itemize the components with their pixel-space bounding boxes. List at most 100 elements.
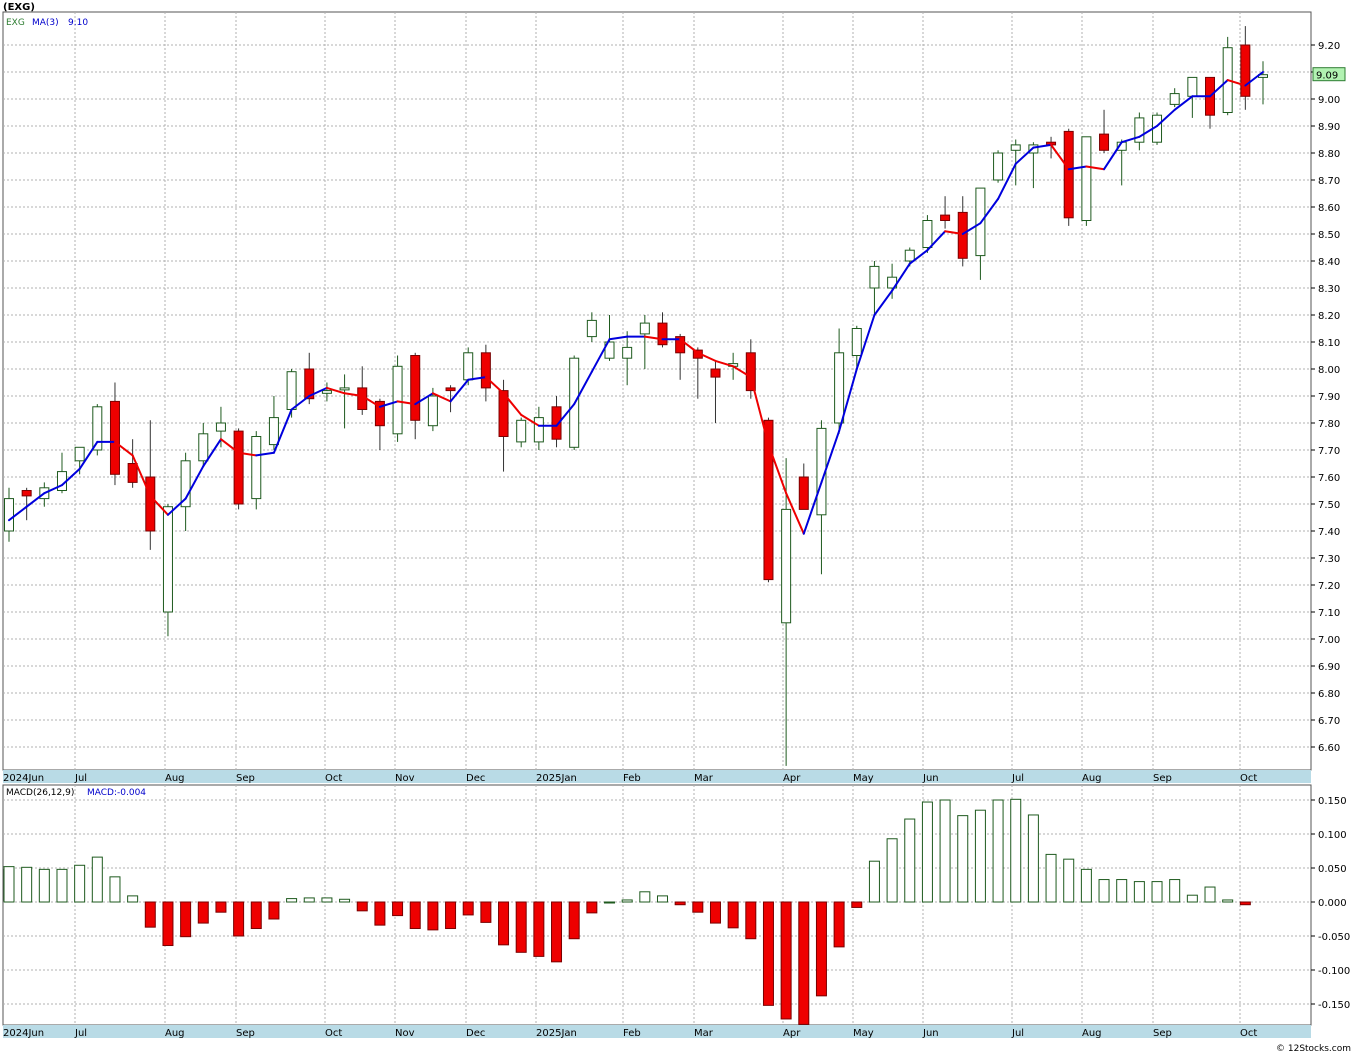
candle-up [851, 328, 862, 356]
price-y-tick-label: 8.40 [1318, 257, 1340, 268]
macd-bar-positive [921, 801, 933, 903]
price-y-tick-label: 6.90 [1318, 662, 1340, 673]
macd-bar-positive [992, 799, 1004, 903]
macd-bar-negative [462, 901, 474, 916]
price-y-tick-label: 9.20 [1318, 41, 1340, 52]
macd-bar-negative [674, 901, 686, 906]
price-y-tick-label: 7.50 [1318, 500, 1340, 511]
macd-bar-negative [780, 901, 792, 1020]
price-x-tick-label: May [853, 773, 874, 784]
macd-bar-negative [180, 901, 192, 938]
macd-bar-negative [709, 901, 721, 924]
candle-down [445, 387, 456, 392]
macd-bar-negative [480, 901, 492, 923]
price-x-tick-label: Apr [783, 773, 801, 784]
price-y-tick-label: 7.90 [1318, 392, 1340, 403]
macd-x-tick-label: 2024Jun [3, 1028, 44, 1039]
candle-down [21, 490, 32, 497]
candle-up [869, 265, 880, 289]
macd-x-tick-label: May [853, 1028, 874, 1039]
macd-bar-positive [3, 866, 15, 903]
price-y-tick-label: 7.10 [1318, 608, 1340, 619]
candle-up [533, 417, 544, 443]
candle-up [215, 422, 226, 432]
candle-up [904, 249, 915, 262]
price-y-tick-label: 8.30 [1318, 284, 1340, 295]
candle-up [392, 365, 403, 435]
price-y-tick-label: 8.90 [1318, 122, 1340, 133]
price-y-tick-label: 6.60 [1318, 743, 1340, 754]
price-x-tick-label: Nov [395, 773, 415, 784]
macd-bar-positive [127, 895, 139, 903]
price-x-tick-label: Sep [1153, 773, 1172, 784]
legend-symbol: EXG [6, 18, 25, 28]
price-y-tick-label: 7.70 [1318, 446, 1340, 457]
macd-bar-positive [1045, 853, 1057, 903]
macd-bar-positive [321, 897, 333, 903]
macd-x-tick-label: Feb [623, 1028, 641, 1039]
macd-bar-positive [904, 818, 916, 903]
candle-up [286, 371, 297, 411]
candle-down [480, 352, 491, 389]
macd-bar-positive [886, 838, 898, 903]
price-x-tick-label: Aug [1082, 773, 1102, 784]
candle-down [1063, 130, 1074, 219]
price-x-tick-label: Jun [922, 773, 939, 784]
price-x-tick-label: Sep [236, 773, 255, 784]
candle-up [268, 417, 279, 446]
candle-up [427, 395, 438, 427]
candle-up [1169, 93, 1180, 105]
candle-up [1187, 76, 1198, 97]
macd-y-tick-label: -0.100 [1318, 966, 1350, 977]
macd-x-tick-label: Dec [466, 1028, 485, 1039]
macd-bar-negative [851, 901, 863, 908]
macd-bar-positive [1080, 868, 1092, 903]
macd-bar-negative [427, 901, 439, 931]
macd-bar-positive [656, 895, 668, 903]
macd-bar-positive [604, 901, 616, 904]
symbol-header: (EXG) [3, 2, 35, 13]
candle-down [710, 368, 721, 378]
macd-bar-positive [1204, 886, 1216, 903]
watermark: © 12Stocks.com [1276, 1044, 1351, 1054]
price-y-tick-label: 8.70 [1318, 176, 1340, 187]
candle-up [251, 436, 262, 500]
macd-bar-positive [91, 856, 103, 903]
macd-x-tick-label: Nov [395, 1028, 415, 1039]
candle-up [339, 387, 350, 391]
macd-bar-negative [162, 901, 174, 947]
macd-bar-negative [215, 901, 227, 913]
candle-up [1081, 136, 1092, 221]
price-y-tick-label: 7.40 [1318, 527, 1340, 538]
macd-y-tick-label: 0.150 [1318, 796, 1347, 807]
macd-x-tick-label: Oct [325, 1028, 342, 1039]
macd-bar-negative [392, 901, 404, 917]
macd-legend-name: MACD(26,12,9) [6, 788, 74, 798]
candle-up [639, 322, 650, 335]
macd-bar-positive [1222, 899, 1234, 903]
macd-bar-positive [957, 815, 969, 903]
candle-up [781, 508, 792, 624]
price-y-tick-label: 7.60 [1318, 473, 1340, 484]
macd-bar-negative [815, 901, 827, 997]
macd-y-tick-label: 0.100 [1318, 830, 1347, 841]
candle-up [834, 352, 845, 424]
macd-bar-positive [21, 866, 33, 903]
candle-up [993, 152, 1004, 181]
macd-bar-positive [339, 898, 351, 903]
candle-up [1010, 144, 1021, 151]
macd-bar-negative [498, 901, 510, 946]
legend-ma-name: MA(3) [32, 18, 59, 28]
candle-down [233, 430, 244, 505]
macd-x-tick-label: Jul [74, 1028, 87, 1039]
price-y-tick-label: 7.00 [1318, 635, 1340, 646]
macd-bar-negative [586, 901, 598, 914]
macd-x-tick-label: Jul [1011, 1028, 1024, 1039]
macd-y-tick-label: -0.050 [1318, 932, 1350, 943]
candle-up [162, 506, 173, 613]
price-date-band [3, 770, 1311, 783]
candle-up [321, 390, 332, 394]
macd-bar-negative [533, 901, 545, 957]
price-x-tick-label: Oct [325, 773, 342, 784]
candle-down [109, 400, 120, 475]
